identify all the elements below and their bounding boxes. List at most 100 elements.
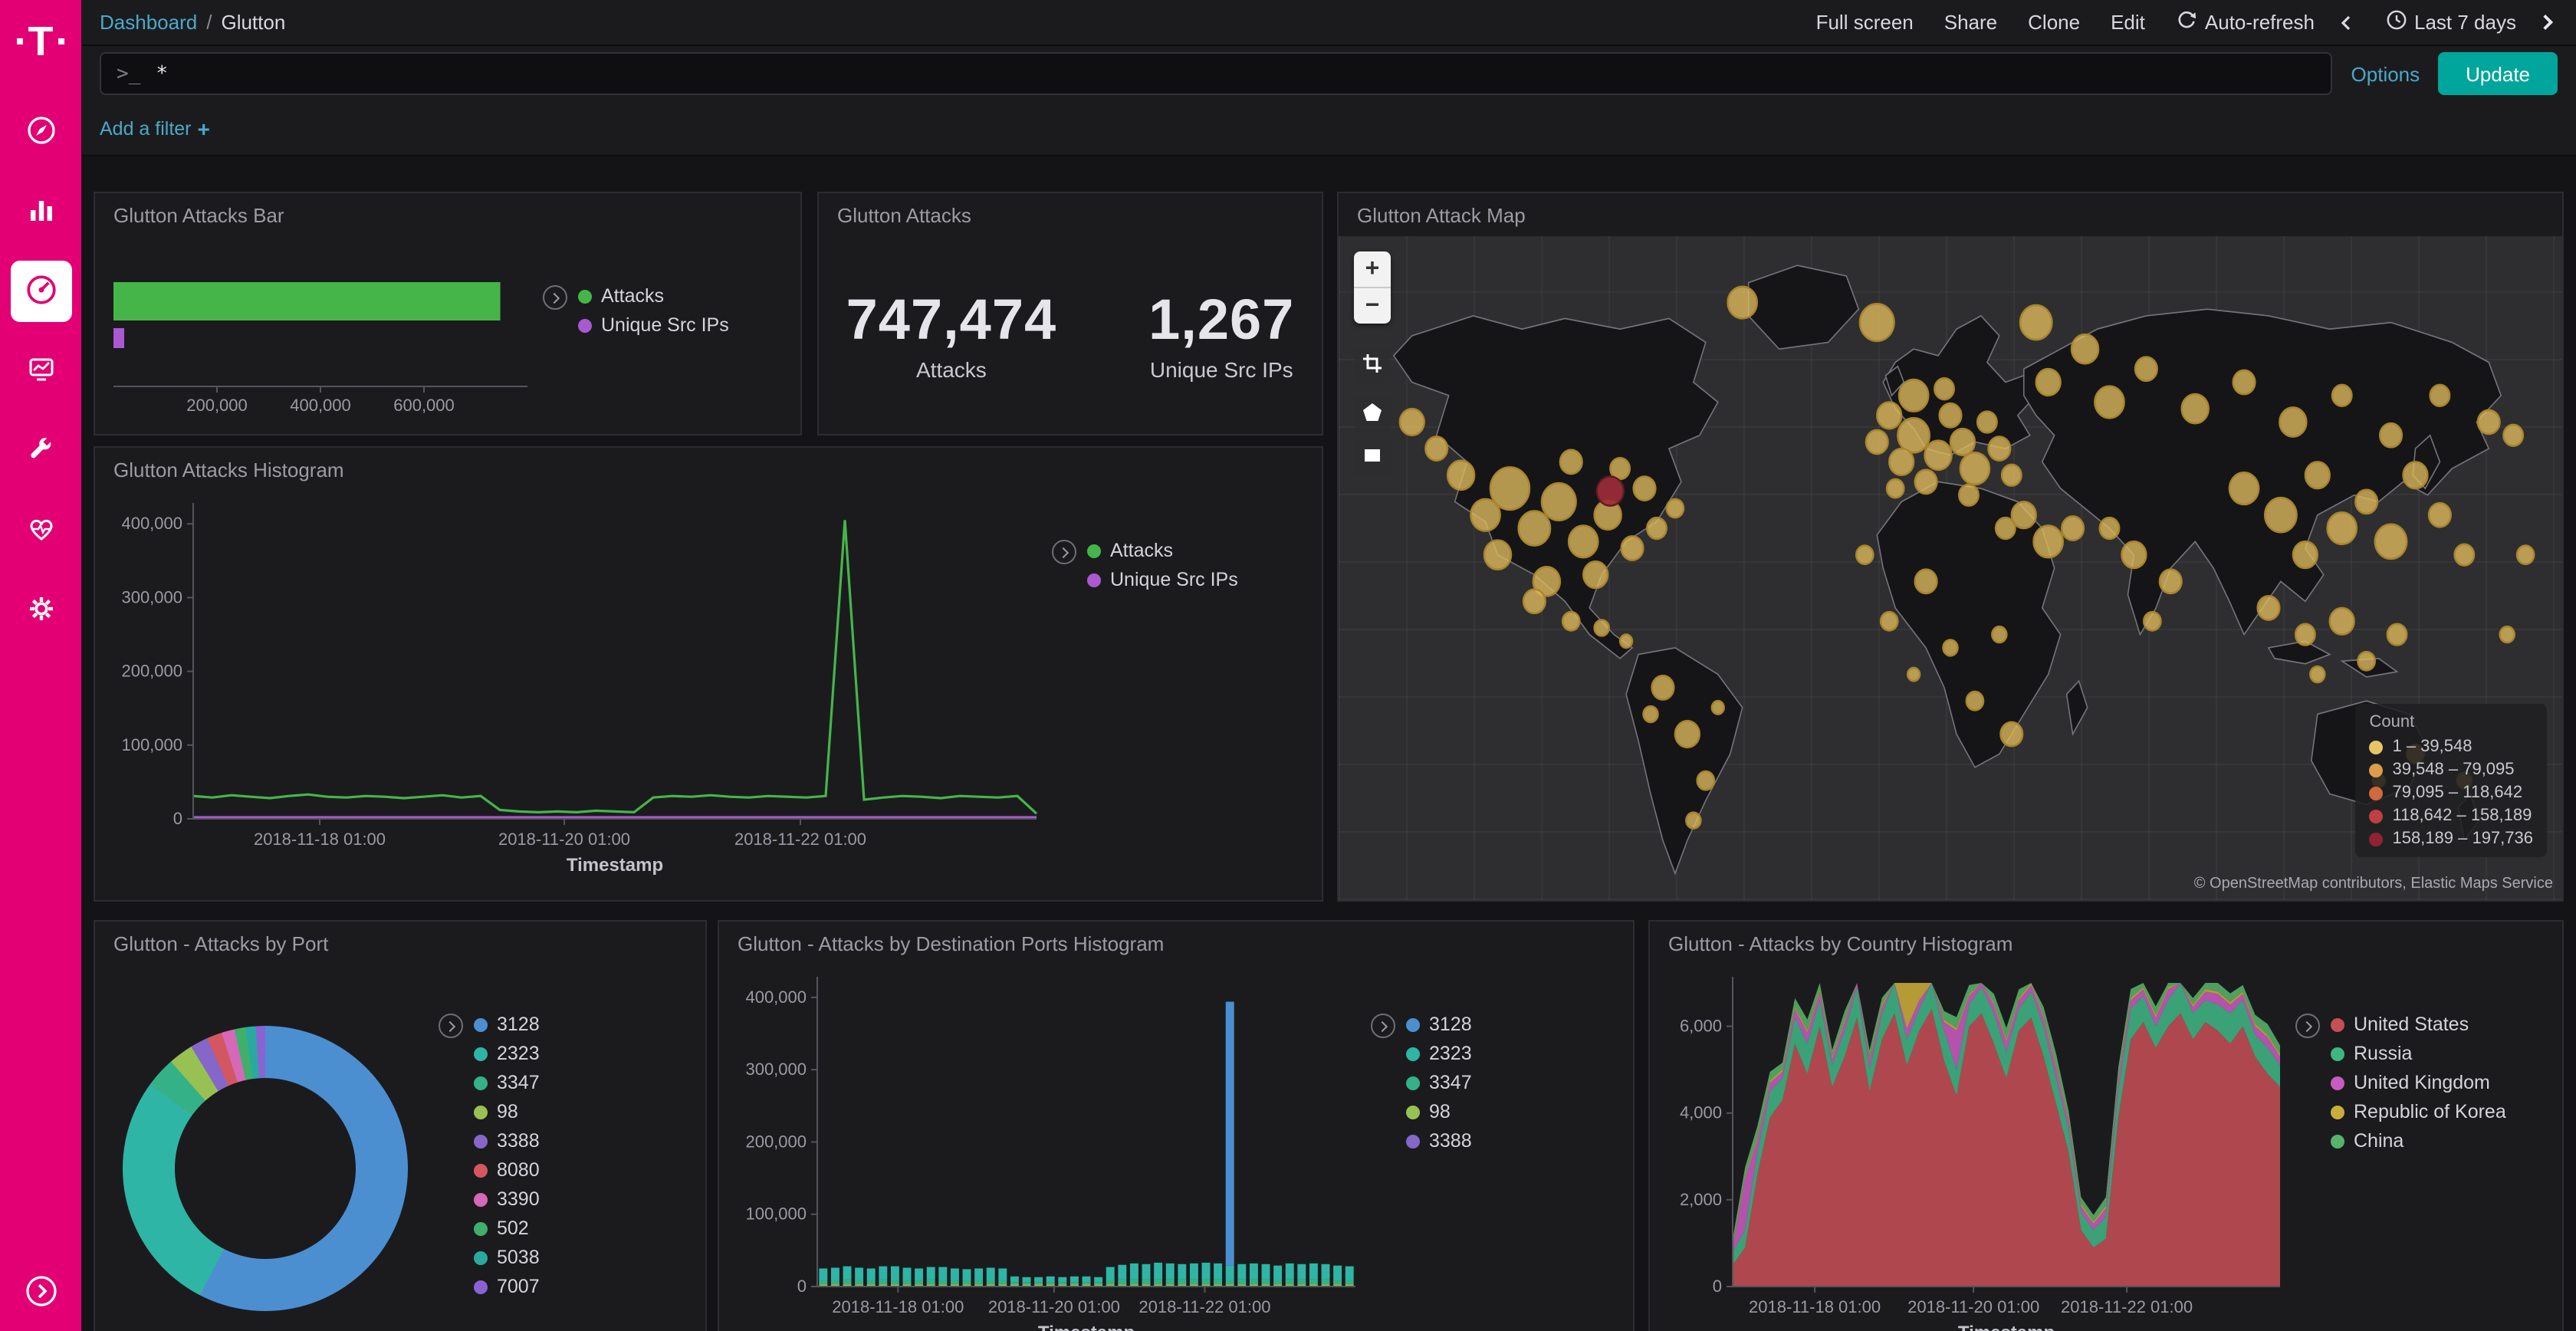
- map-marker-max[interactable]: [1597, 476, 1624, 505]
- legend-item-united-states[interactable]: United States: [2331, 1014, 2506, 1035]
- map-marker[interactable]: [1728, 287, 1757, 319]
- map-marker[interactable]: [1675, 721, 1700, 748]
- map-marker[interactable]: [2144, 612, 2160, 630]
- time-range-picker[interactable]: Last 7 days: [2385, 9, 2516, 35]
- map-marker[interactable]: [1686, 813, 1700, 829]
- legend-toggle-icon[interactable]: [439, 1014, 463, 1038]
- map-marker[interactable]: [1622, 536, 1644, 560]
- legend-item-8080[interactable]: 8080: [474, 1159, 540, 1181]
- map-marker[interactable]: [2072, 334, 2098, 363]
- legend-toggle-icon[interactable]: [543, 285, 567, 310]
- map-marker[interactable]: [1915, 570, 1937, 593]
- map-marker[interactable]: [1950, 429, 1975, 455]
- legend-item-5038[interactable]: 5038: [474, 1247, 540, 1268]
- map-marker[interactable]: [1697, 771, 1714, 790]
- sidebar-item-visualize[interactable]: [10, 181, 71, 242]
- map-marker[interactable]: [2355, 490, 2377, 514]
- legend-item-3388[interactable]: 3388: [1406, 1130, 1472, 1152]
- map-marker[interactable]: [1866, 430, 1888, 454]
- sidebar-item-management[interactable]: [10, 580, 71, 641]
- map-marker[interactable]: [2293, 541, 2318, 568]
- sidebar-item-dashboard[interactable]: [10, 261, 71, 322]
- map-marker[interactable]: [1542, 483, 1576, 520]
- map-marker[interactable]: [2121, 541, 2146, 568]
- legend-item-1-39-548[interactable]: 1 – 39,548: [2369, 738, 2533, 756]
- legend-item-3128[interactable]: 3128: [474, 1014, 540, 1035]
- map-marker[interactable]: [1877, 403, 1901, 429]
- map-marker[interactable]: [2265, 498, 2296, 532]
- breadcrumb-dashboard-link[interactable]: Dashboard: [100, 11, 197, 34]
- map-marker[interactable]: [2328, 512, 2357, 544]
- map-marker[interactable]: [2258, 596, 2280, 619]
- map-marker[interactable]: [1667, 499, 1684, 518]
- map-crop-tool-button[interactable]: [1354, 347, 1391, 383]
- map-marker[interactable]: [1712, 701, 1724, 714]
- legend-item-158-189-197-736[interactable]: 158,189 – 197,736: [2369, 830, 2533, 848]
- legend-item-3390[interactable]: 3390: [474, 1188, 540, 1210]
- map-marker[interactable]: [1992, 626, 2006, 642]
- share-button[interactable]: Share: [1944, 11, 1997, 34]
- map-marker[interactable]: [1569, 526, 1598, 558]
- map-marker[interactable]: [2135, 357, 2157, 381]
- map-marker[interactable]: [1523, 590, 1546, 613]
- legend-item-98[interactable]: 98: [474, 1101, 540, 1122]
- map-marker[interactable]: [2100, 518, 2120, 539]
- map-marker[interactable]: [1887, 479, 1904, 498]
- sidebar-item-monitoring[interactable]: [10, 500, 71, 561]
- map-marker[interactable]: [1470, 499, 1500, 531]
- time-back-chevron[interactable]: [2336, 13, 2354, 31]
- legend-item-2323[interactable]: 2323: [1406, 1043, 1472, 1064]
- map-marker[interactable]: [2310, 666, 2325, 682]
- map-marker[interactable]: [1924, 441, 1951, 470]
- map-marker[interactable]: [2295, 624, 2315, 646]
- sidebar-item-discover[interactable]: [10, 101, 71, 163]
- legend-item-39-548-79-095[interactable]: 39,548 – 79,095: [2369, 761, 2533, 779]
- full-screen-button[interactable]: Full screen: [1816, 11, 1914, 34]
- legend-item-china[interactable]: China: [2331, 1130, 2506, 1152]
- legend-item-98[interactable]: 98: [1406, 1101, 1472, 1122]
- search-query-input[interactable]: >_ *: [100, 52, 2333, 95]
- map-marker[interactable]: [1595, 620, 1609, 636]
- map-marker[interactable]: [2034, 526, 2063, 558]
- map-marker[interactable]: [1484, 541, 1511, 570]
- map-marker[interactable]: [2330, 608, 2354, 635]
- legend-item-unique-src-ips[interactable]: Unique Src IPs: [578, 314, 729, 336]
- legend-item-attacks[interactable]: Attacks: [578, 285, 729, 307]
- map-marker[interactable]: [2375, 524, 2407, 559]
- map-marker[interactable]: [2358, 652, 2374, 670]
- map-marker[interactable]: [2478, 410, 2500, 434]
- map-marker[interactable]: [1959, 485, 1979, 506]
- map-polygon-tool-button[interactable]: [1354, 396, 1391, 432]
- map-marker[interactable]: [1634, 476, 1656, 500]
- map-marker[interactable]: [1977, 412, 1997, 433]
- map-marker[interactable]: [1934, 378, 1954, 399]
- legend-item-russia[interactable]: Russia: [2331, 1043, 2506, 1064]
- map-marker[interactable]: [2002, 465, 2022, 486]
- clone-button[interactable]: Clone: [2028, 11, 2080, 34]
- legend-item-3347[interactable]: 3347: [474, 1072, 540, 1093]
- map-marker[interactable]: [1940, 403, 1962, 427]
- map-marker[interactable]: [2429, 503, 2451, 527]
- map-marker[interactable]: [2500, 626, 2515, 642]
- map-marker[interactable]: [1907, 668, 1920, 681]
- map-marker[interactable]: [1860, 304, 1894, 340]
- legend-item-79-095-118-642[interactable]: 79,095 – 118,642: [2369, 784, 2533, 802]
- sidebar-item-timelion[interactable]: [10, 340, 71, 402]
- map-marker[interactable]: [2233, 370, 2256, 394]
- legend-item-unique-src-ips[interactable]: Unique Src IPs: [1087, 569, 1238, 590]
- map-marker[interactable]: [1425, 437, 1447, 461]
- update-button[interactable]: Update: [2438, 52, 2558, 95]
- map-marker[interactable]: [2229, 472, 2259, 504]
- map-marker[interactable]: [1447, 461, 1474, 490]
- legend-item-republic-of-korea[interactable]: Republic of Korea: [2331, 1101, 2506, 1122]
- map-marker[interactable]: [1915, 470, 1937, 494]
- map-marker[interactable]: [1899, 380, 1928, 412]
- map-marker[interactable]: [1943, 640, 1957, 656]
- auto-refresh-button[interactable]: Auto-refresh: [2176, 9, 2315, 35]
- map-marker[interactable]: [2332, 385, 2352, 406]
- map-marker[interactable]: [1988, 437, 2010, 461]
- sidebar-collapse[interactable]: [24, 1274, 58, 1313]
- map-marker[interactable]: [1562, 612, 1579, 630]
- map-marker[interactable]: [2380, 423, 2402, 447]
- legend-item-118-642-158-189[interactable]: 118,642 – 158,189: [2369, 807, 2533, 825]
